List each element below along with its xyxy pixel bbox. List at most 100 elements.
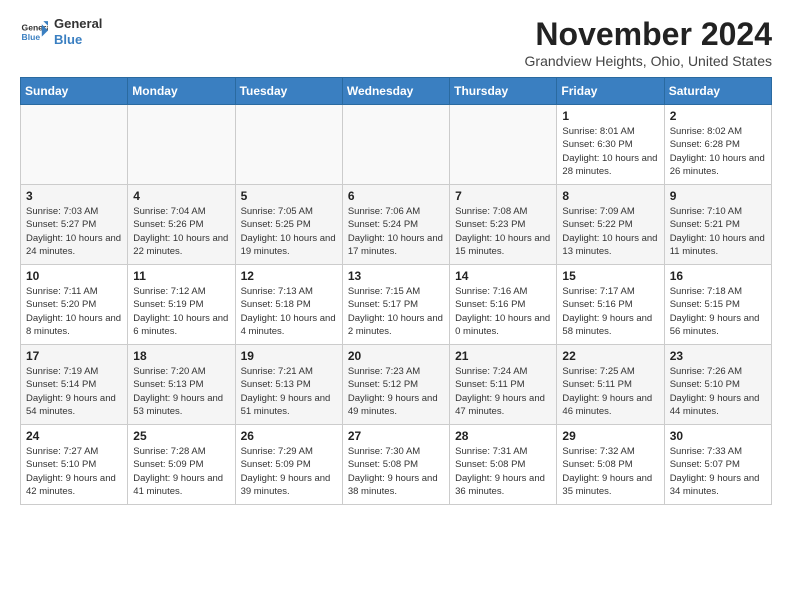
day-number: 22 bbox=[562, 349, 658, 363]
day-number: 9 bbox=[670, 189, 766, 203]
day-cell: 27 Sunrise: 7:30 AM Sunset: 5:08 PM Dayli… bbox=[342, 425, 449, 505]
day-cell: 30 Sunrise: 7:33 AM Sunset: 5:07 PM Dayli… bbox=[664, 425, 771, 505]
day-info: Sunrise: 7:08 AM Sunset: 5:23 PM Dayligh… bbox=[455, 205, 551, 258]
day-cell bbox=[450, 105, 557, 185]
day-number: 29 bbox=[562, 429, 658, 443]
day-cell: 23 Sunrise: 7:26 AM Sunset: 5:10 PM Dayli… bbox=[664, 345, 771, 425]
day-info: Sunrise: 7:18 AM Sunset: 5:15 PM Dayligh… bbox=[670, 285, 766, 338]
day-cell: 7 Sunrise: 7:08 AM Sunset: 5:23 PM Daylig… bbox=[450, 185, 557, 265]
day-cell: 6 Sunrise: 7:06 AM Sunset: 5:24 PM Daylig… bbox=[342, 185, 449, 265]
day-number: 19 bbox=[241, 349, 337, 363]
day-info: Sunrise: 7:23 AM Sunset: 5:12 PM Dayligh… bbox=[348, 365, 444, 418]
day-info: Sunrise: 7:32 AM Sunset: 5:08 PM Dayligh… bbox=[562, 445, 658, 498]
calendar-table: SundayMondayTuesdayWednesdayThursdayFrid… bbox=[20, 77, 772, 505]
day-info: Sunrise: 7:20 AM Sunset: 5:13 PM Dayligh… bbox=[133, 365, 229, 418]
day-number: 26 bbox=[241, 429, 337, 443]
day-info: Sunrise: 7:21 AM Sunset: 5:13 PM Dayligh… bbox=[241, 365, 337, 418]
day-number: 27 bbox=[348, 429, 444, 443]
day-cell: 2Sunrise: 8:02 AM Sunset: 6:28 PM Daylig… bbox=[664, 105, 771, 185]
day-number: 8 bbox=[562, 189, 658, 203]
week-row-1: 1Sunrise: 8:01 AM Sunset: 6:30 PM Daylig… bbox=[21, 105, 772, 185]
week-row-5: 24 Sunrise: 7:27 AM Sunset: 5:10 PM Dayli… bbox=[21, 425, 772, 505]
day-number: 13 bbox=[348, 269, 444, 283]
day-number: 30 bbox=[670, 429, 766, 443]
logo-text-blue: Blue bbox=[54, 32, 102, 48]
day-info: Sunrise: 7:16 AM Sunset: 5:16 PM Dayligh… bbox=[455, 285, 551, 338]
day-cell: 8 Sunrise: 7:09 AM Sunset: 5:22 PM Daylig… bbox=[557, 185, 664, 265]
week-row-3: 10 Sunrise: 7:11 AM Sunset: 5:20 PM Dayli… bbox=[21, 265, 772, 345]
day-info: Sunrise: 7:13 AM Sunset: 5:18 PM Dayligh… bbox=[241, 285, 337, 338]
day-number: 5 bbox=[241, 189, 337, 203]
col-header-tuesday: Tuesday bbox=[235, 78, 342, 105]
day-number: 16 bbox=[670, 269, 766, 283]
day-cell: 16 Sunrise: 7:18 AM Sunset: 5:15 PM Dayli… bbox=[664, 265, 771, 345]
title-area: November 2024 Grandview Heights, Ohio, U… bbox=[525, 16, 772, 69]
header-row: SundayMondayTuesdayWednesdayThursdayFrid… bbox=[21, 78, 772, 105]
day-cell: 21Sunrise: 7:24 AM Sunset: 5:11 PM Dayli… bbox=[450, 345, 557, 425]
day-info: Sunrise: 7:17 AM Sunset: 5:16 PM Dayligh… bbox=[562, 285, 658, 338]
col-header-wednesday: Wednesday bbox=[342, 78, 449, 105]
day-cell: 18Sunrise: 7:20 AM Sunset: 5:13 PM Dayli… bbox=[128, 345, 235, 425]
day-number: 2 bbox=[670, 109, 766, 123]
day-cell: 22 Sunrise: 7:25 AM Sunset: 5:11 PM Dayli… bbox=[557, 345, 664, 425]
day-number: 15 bbox=[562, 269, 658, 283]
day-number: 11 bbox=[133, 269, 229, 283]
day-info: Sunrise: 7:06 AM Sunset: 5:24 PM Dayligh… bbox=[348, 205, 444, 258]
day-number: 12 bbox=[241, 269, 337, 283]
day-cell: 24 Sunrise: 7:27 AM Sunset: 5:10 PM Dayli… bbox=[21, 425, 128, 505]
day-cell: 10 Sunrise: 7:11 AM Sunset: 5:20 PM Dayli… bbox=[21, 265, 128, 345]
day-cell: 20Sunrise: 7:23 AM Sunset: 5:12 PM Dayli… bbox=[342, 345, 449, 425]
day-number: 17 bbox=[26, 349, 122, 363]
day-info: Sunrise: 7:26 AM Sunset: 5:10 PM Dayligh… bbox=[670, 365, 766, 418]
col-header-monday: Monday bbox=[128, 78, 235, 105]
day-cell bbox=[21, 105, 128, 185]
day-cell: 26 Sunrise: 7:29 AM Sunset: 5:09 PM Dayli… bbox=[235, 425, 342, 505]
day-info: Sunrise: 7:33 AM Sunset: 5:07 PM Dayligh… bbox=[670, 445, 766, 498]
day-number: 25 bbox=[133, 429, 229, 443]
day-info: Sunrise: 7:11 AM Sunset: 5:20 PM Dayligh… bbox=[26, 285, 122, 338]
week-row-4: 17 Sunrise: 7:19 AM Sunset: 5:14 PM Dayli… bbox=[21, 345, 772, 425]
day-number: 28 bbox=[455, 429, 551, 443]
day-cell bbox=[128, 105, 235, 185]
day-info: Sunrise: 7:03 AM Sunset: 5:27 PM Dayligh… bbox=[26, 205, 122, 258]
day-number: 10 bbox=[26, 269, 122, 283]
location-subtitle: Grandview Heights, Ohio, United States bbox=[525, 53, 772, 69]
day-cell: 28 Sunrise: 7:31 AM Sunset: 5:08 PM Dayli… bbox=[450, 425, 557, 505]
week-row-2: 3Sunrise: 7:03 AM Sunset: 5:27 PM Daylig… bbox=[21, 185, 772, 265]
day-info: Sunrise: 7:09 AM Sunset: 5:22 PM Dayligh… bbox=[562, 205, 658, 258]
col-header-sunday: Sunday bbox=[21, 78, 128, 105]
day-info: Sunrise: 7:04 AM Sunset: 5:26 PM Dayligh… bbox=[133, 205, 229, 258]
svg-text:Blue: Blue bbox=[22, 31, 41, 41]
day-info: Sunrise: 7:15 AM Sunset: 5:17 PM Dayligh… bbox=[348, 285, 444, 338]
page-header: General Blue General Blue November 2024 … bbox=[20, 16, 772, 69]
day-number: 1 bbox=[562, 109, 658, 123]
day-info: Sunrise: 7:19 AM Sunset: 5:14 PM Dayligh… bbox=[26, 365, 122, 418]
day-cell: 3Sunrise: 7:03 AM Sunset: 5:27 PM Daylig… bbox=[21, 185, 128, 265]
day-cell: 29 Sunrise: 7:32 AM Sunset: 5:08 PM Dayli… bbox=[557, 425, 664, 505]
day-info: Sunrise: 7:27 AM Sunset: 5:10 PM Dayligh… bbox=[26, 445, 122, 498]
day-cell: 9Sunrise: 7:10 AM Sunset: 5:21 PM Daylig… bbox=[664, 185, 771, 265]
day-number: 24 bbox=[26, 429, 122, 443]
day-info: Sunrise: 7:29 AM Sunset: 5:09 PM Dayligh… bbox=[241, 445, 337, 498]
logo: General Blue General Blue bbox=[20, 16, 102, 47]
day-cell: 25 Sunrise: 7:28 AM Sunset: 5:09 PM Dayli… bbox=[128, 425, 235, 505]
day-info: Sunrise: 7:12 AM Sunset: 5:19 PM Dayligh… bbox=[133, 285, 229, 338]
day-info: Sunrise: 7:25 AM Sunset: 5:11 PM Dayligh… bbox=[562, 365, 658, 418]
day-cell: 4Sunrise: 7:04 AM Sunset: 5:26 PM Daylig… bbox=[128, 185, 235, 265]
day-cell: 13 Sunrise: 7:15 AM Sunset: 5:17 PM Dayli… bbox=[342, 265, 449, 345]
day-number: 6 bbox=[348, 189, 444, 203]
col-header-friday: Friday bbox=[557, 78, 664, 105]
day-info: Sunrise: 7:28 AM Sunset: 5:09 PM Dayligh… bbox=[133, 445, 229, 498]
day-number: 23 bbox=[670, 349, 766, 363]
day-info: Sunrise: 7:05 AM Sunset: 5:25 PM Dayligh… bbox=[241, 205, 337, 258]
day-cell: 15 Sunrise: 7:17 AM Sunset: 5:16 PM Dayli… bbox=[557, 265, 664, 345]
logo-text-general: General bbox=[54, 16, 102, 32]
col-header-saturday: Saturday bbox=[664, 78, 771, 105]
day-cell: 19 Sunrise: 7:21 AM Sunset: 5:13 PM Dayli… bbox=[235, 345, 342, 425]
day-info: Sunrise: 7:30 AM Sunset: 5:08 PM Dayligh… bbox=[348, 445, 444, 498]
day-cell: 12 Sunrise: 7:13 AM Sunset: 5:18 PM Dayli… bbox=[235, 265, 342, 345]
day-info: Sunrise: 7:31 AM Sunset: 5:08 PM Dayligh… bbox=[455, 445, 551, 498]
day-number: 14 bbox=[455, 269, 551, 283]
day-number: 7 bbox=[455, 189, 551, 203]
logo-icon: General Blue bbox=[20, 18, 48, 46]
